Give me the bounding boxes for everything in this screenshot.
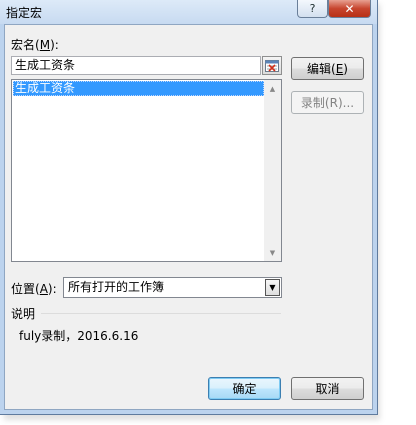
- window-title: 指定宏: [6, 6, 43, 20]
- macro-list-scrollbar[interactable]: ▲ ▼: [264, 80, 281, 261]
- scroll-up-icon[interactable]: ▲: [264, 80, 281, 97]
- description-label: 说明: [11, 307, 36, 321]
- close-icon: ✕: [344, 1, 355, 16]
- description-text: fuly录制，2016.6.16: [19, 329, 139, 343]
- macro-name-value: 生成工资条: [15, 58, 76, 72]
- macro-name-input[interactable]: 生成工资条: [11, 56, 261, 75]
- chevron-down-icon[interactable]: ▼: [265, 279, 280, 296]
- record-button[interactable]: 录制(R)...: [291, 91, 364, 114]
- help-button[interactable]: ?: [297, 0, 328, 18]
- edit-button[interactable]: 编辑(E): [291, 57, 364, 80]
- macro-list-item[interactable]: 生成工资条: [13, 81, 264, 96]
- location-label: 位置(A):: [11, 282, 57, 296]
- dialog-body: 宏名(M): 生成工资条 生成工资条 ▲ ▼ 编辑(E) 录制(R)... 位置…: [4, 24, 373, 410]
- title-bar[interactable]: 指定宏 ? ✕: [0, 0, 377, 24]
- ok-button[interactable]: 确定: [208, 377, 281, 400]
- macro-list[interactable]: 生成工资条 ▲ ▼: [11, 79, 282, 262]
- range-select-icon: [265, 59, 279, 72]
- macro-name-label: 宏名(M):: [11, 38, 59, 52]
- description-divider: [41, 313, 281, 314]
- location-selected-value: 所有打开的工作簿: [68, 280, 165, 294]
- close-button[interactable]: ✕: [328, 0, 371, 18]
- assign-macro-dialog: 指定宏 ? ✕ 宏名(M): 生成工资条 生成工资条 ▲ ▼ 编辑 (E) …: [0, 0, 378, 415]
- help-icon: ?: [309, 2, 316, 15]
- cancel-button[interactable]: 取消: [291, 377, 364, 400]
- scroll-down-icon[interactable]: ▼: [264, 244, 281, 261]
- collapse-dialog-button[interactable]: [262, 56, 282, 75]
- location-select[interactable]: 所有打开的工作簿 ▼: [63, 277, 282, 298]
